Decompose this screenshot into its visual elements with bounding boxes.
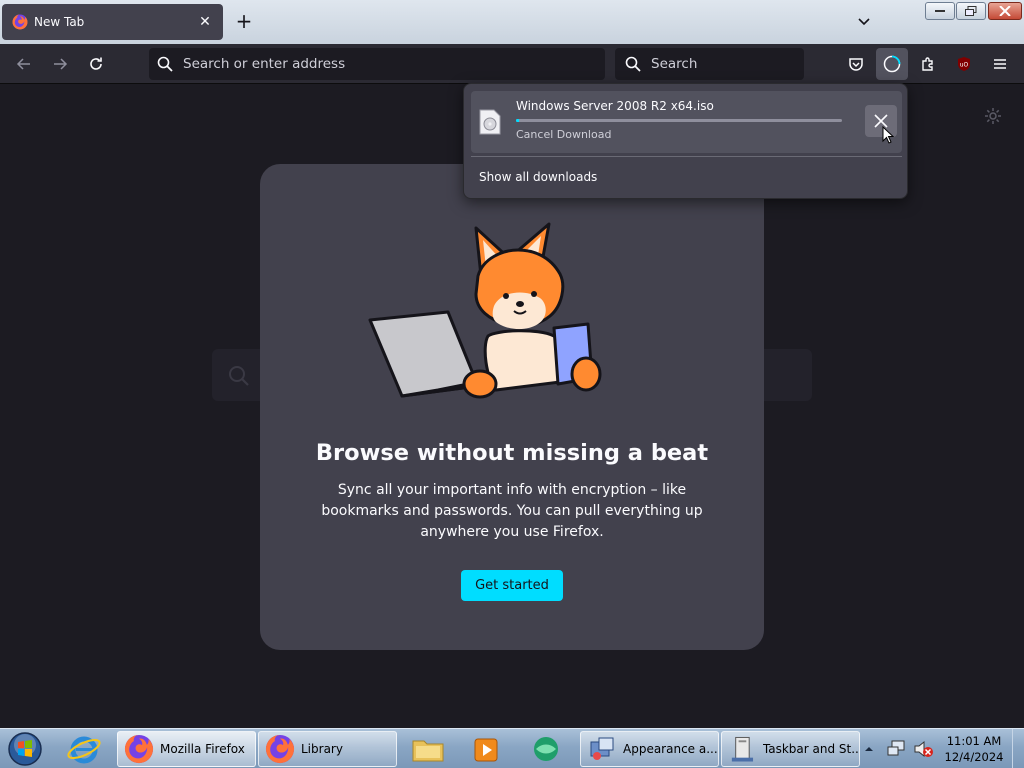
url-placeholder: Search or enter address <box>183 56 346 72</box>
search-icon <box>157 56 173 72</box>
new-tab-button[interactable]: + <box>234 11 254 31</box>
close-tab-icon[interactable]: ✕ <box>197 14 213 30</box>
forward-button[interactable] <box>48 52 72 76</box>
windows-start-orb-icon[interactable] <box>6 731 44 767</box>
download-status: Cancel Download <box>516 128 612 141</box>
search-bar[interactable]: Search <box>615 48 804 80</box>
ublock-origin-button[interactable]: uO <box>952 52 976 76</box>
pocket-icon <box>849 58 863 71</box>
get-started-button[interactable]: Get started <box>461 570 563 601</box>
network-app-taskbar-icon[interactable] <box>528 732 564 766</box>
reload-icon <box>90 57 102 70</box>
pocket-button[interactable] <box>844 52 868 76</box>
svg-text:uO: uO <box>960 62 969 69</box>
internet-explorer-taskbar-icon[interactable] <box>66 732 102 766</box>
tab-title: New Tab <box>34 15 85 29</box>
firefox-icon <box>124 734 154 764</box>
new-tab-page: Browse without missing a beat Sync all y… <box>0 83 1024 728</box>
download-item[interactable]: Windows Server 2008 R2 x64.iso Cancel Do… <box>471 91 902 153</box>
close-icon <box>999 6 1011 16</box>
fox-laptop-illustration <box>368 222 602 399</box>
extensions-button[interactable] <box>916 52 940 76</box>
arrow-right-icon <box>54 58 68 70</box>
onboarding-heading: Browse without missing a beat <box>315 440 709 466</box>
firefox-icon <box>265 734 295 764</box>
control-panel-icon <box>590 737 614 760</box>
folder-icon <box>412 740 444 762</box>
clock-time: 11:01 AM <box>946 734 1002 748</box>
url-bar[interactable]: Search or enter address <box>149 48 605 80</box>
taskbar-item-taskbar-properties[interactable]: Taskbar and St... <box>721 731 860 767</box>
download-progress-icon <box>883 55 901 73</box>
windows-explorer-taskbar-icon[interactable] <box>410 732 446 766</box>
hamburger-menu-icon <box>994 59 1006 69</box>
ublock-origin-icon: uO <box>958 57 970 71</box>
restore-button[interactable] <box>956 2 986 20</box>
internet-explorer-icon <box>67 736 101 764</box>
show-desktop-button[interactable] <box>1012 729 1024 768</box>
taskbar-item-appearance[interactable]: Appearance a... <box>580 731 719 767</box>
divider <box>471 156 902 157</box>
onboarding-body: Sync all your important info with encryp… <box>321 482 703 540</box>
minimize-icon <box>935 10 945 12</box>
disc-image-file-icon <box>479 109 501 135</box>
clock-date: 12/4/2024 <box>944 750 1004 764</box>
taskbar-item-library[interactable]: Library <box>258 731 397 767</box>
download-progress-fill <box>516 119 520 122</box>
puzzle-icon <box>922 57 933 71</box>
media-player-taskbar-icon[interactable] <box>468 732 504 766</box>
downloads-panel: Windows Server 2008 R2 x64.iso Cancel Do… <box>463 83 908 199</box>
taskbar-item-label: Library <box>301 742 343 756</box>
search-placeholder: Search <box>651 56 698 72</box>
taskbar-item-firefox[interactable]: Mozilla Firefox <box>117 731 256 767</box>
show-hidden-icons-icon[interactable] <box>862 742 876 756</box>
volume-muted-icon[interactable] <box>912 739 934 759</box>
media-player-icon <box>474 738 498 762</box>
tab-strip: New Tab ✕ + <box>0 0 1024 44</box>
taskbar-properties-icon <box>731 736 754 762</box>
window-close-button[interactable] <box>988 2 1022 20</box>
mouse-cursor-icon <box>882 126 894 144</box>
search-icon <box>229 366 249 386</box>
taskbar-item-label: Taskbar and St... <box>762 742 859 756</box>
tab-new-tab[interactable]: New Tab ✕ <box>2 4 223 40</box>
gear-icon[interactable] <box>984 107 1002 125</box>
search-icon <box>625 56 641 72</box>
globe-icon <box>534 737 558 761</box>
navigation-toolbar: Search or enter address Search uO <box>0 44 1024 84</box>
back-button[interactable] <box>12 52 36 76</box>
windows-taskbar: Mozilla Firefox Library Appearance a... … <box>0 728 1024 768</box>
show-all-downloads-link[interactable]: Show all downloads <box>479 170 597 184</box>
system-clock[interactable]: 11:01 AM 12/4/2024 <box>942 733 1006 765</box>
firefox-icon <box>12 14 28 30</box>
chevron-down-icon[interactable] <box>856 13 872 29</box>
system-tray <box>862 731 934 767</box>
onboarding-card: Browse without missing a beat Sync all y… <box>260 164 764 650</box>
taskbar-item-label: Mozilla Firefox <box>160 742 245 756</box>
taskbar-item-label: Appearance a... <box>623 742 718 756</box>
downloads-button[interactable] <box>876 48 908 80</box>
download-file-name: Windows Server 2008 R2 x64.iso <box>516 99 714 113</box>
download-progress-bar <box>516 119 842 122</box>
reload-button[interactable] <box>84 52 108 76</box>
arrow-left-icon <box>16 58 30 70</box>
menu-button[interactable] <box>988 52 1012 76</box>
minimize-button[interactable] <box>925 2 955 20</box>
restore-icon <box>965 6 977 16</box>
network-icon[interactable] <box>886 739 908 759</box>
